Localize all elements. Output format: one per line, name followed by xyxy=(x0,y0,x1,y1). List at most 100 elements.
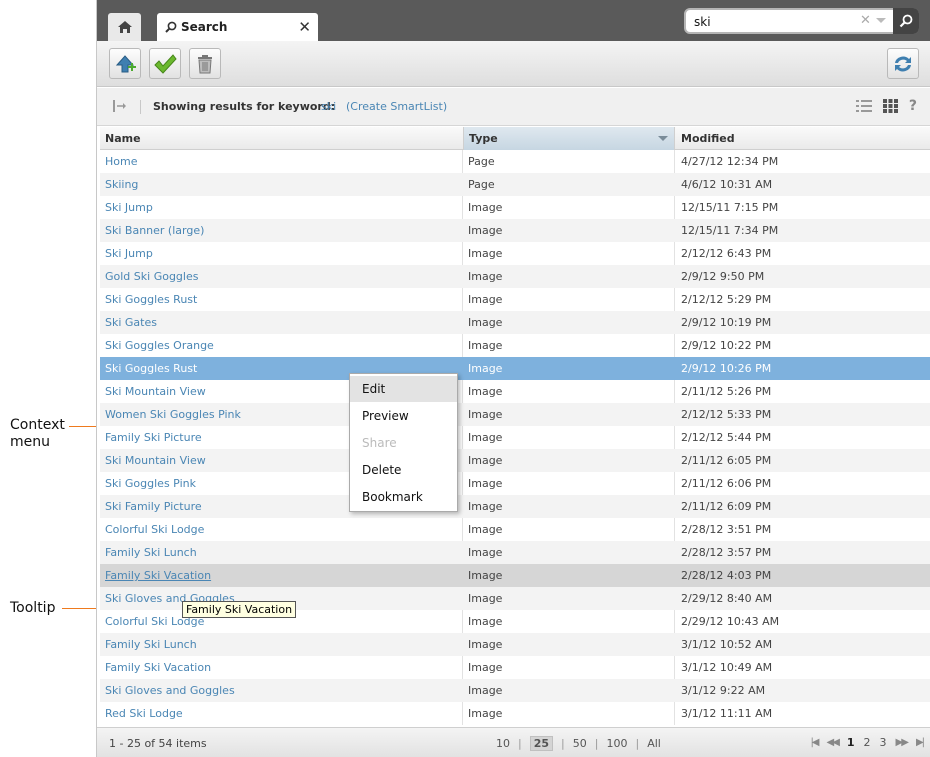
table-row[interactable]: Ski Jump Image 2/12/12 6:43 PM xyxy=(100,242,930,265)
cell-name[interactable]: Ski Goggles Rust xyxy=(105,288,197,311)
delete-button[interactable] xyxy=(189,48,221,79)
checkmark-icon xyxy=(154,53,177,74)
page-size-option[interactable]: 25 xyxy=(529,736,554,751)
cell-type: Image xyxy=(468,707,503,720)
thumbnail-view-icon[interactable] xyxy=(882,99,898,113)
table-row[interactable]: Ski Goggles Orange Image 2/9/12 10:22 PM xyxy=(100,334,930,357)
table-row[interactable]: Ski Mountain View Image 2/11/12 6:05 PM xyxy=(100,449,930,472)
menu-item-delete[interactable]: Delete xyxy=(350,457,457,483)
cell-name[interactable]: Ski Goggles Orange xyxy=(105,334,214,357)
cell-name[interactable]: Ski Family Picture xyxy=(105,495,202,518)
cell-name[interactable]: Ski Mountain View xyxy=(105,380,206,403)
cell-name[interactable]: Ski Gates xyxy=(105,311,157,334)
cell-name[interactable]: Ski Mountain View xyxy=(105,449,206,472)
table-row[interactable]: Ski Mountain View Image 2/11/12 5:26 PM xyxy=(100,380,930,403)
cell-name[interactable]: Ski Gloves and Goggles xyxy=(105,679,235,702)
help-icon[interactable]: ? xyxy=(909,98,917,114)
table-row[interactable]: Ski Gloves and Goggles Image 3/1/12 9:22 A… xyxy=(100,679,930,702)
table-row[interactable]: Family Ski Picture Image 2/12/12 5:44 PM xyxy=(100,426,930,449)
cell-name[interactable]: Ski Banner (large) xyxy=(105,219,204,242)
cell-type: Image xyxy=(468,247,503,260)
results-label: Showing results for keyword: xyxy=(153,100,336,113)
context-menu: Edit Preview Share Delete Bookmark xyxy=(349,373,458,512)
separator: | xyxy=(518,737,522,750)
callout-tooltip: Tooltip xyxy=(10,600,55,617)
cell-modified: 2/29/12 8:40 AM xyxy=(681,592,773,605)
table-row[interactable]: Family Ski Vacation Image 2/28/12 4:03 PM xyxy=(100,564,930,587)
page-number[interactable]: 1 xyxy=(847,736,855,749)
cell-name[interactable]: Family Ski Lunch xyxy=(105,541,197,564)
cell-name[interactable]: Family Ski Vacation xyxy=(105,564,211,587)
cell-name[interactable]: Family Ski Lunch xyxy=(105,633,197,656)
table-row[interactable]: Red Ski Lodge Image 3/1/12 11:11 AM xyxy=(100,702,930,725)
cell-type: Image xyxy=(468,431,503,444)
menu-item-bookmark[interactable]: Bookmark xyxy=(350,484,457,510)
table-row[interactable]: Women Ski Goggles Pink Image 2/12/12 5:33 … xyxy=(100,403,930,426)
table-row[interactable]: Ski Jump Image 12/15/11 7:15 PM xyxy=(100,196,930,219)
column-header-type[interactable]: Type xyxy=(463,127,675,150)
approve-button[interactable] xyxy=(149,48,181,79)
home-icon xyxy=(117,21,132,33)
cell-type: Image xyxy=(468,661,503,674)
cell-modified: 2/12/12 6:43 PM xyxy=(681,247,772,260)
table-row[interactable]: Ski Gates Image 2/9/12 10:19 PM xyxy=(100,311,930,334)
cell-name[interactable]: Ski Jump xyxy=(105,242,153,265)
cell-name[interactable]: Ski Goggles Rust xyxy=(105,357,197,380)
tab-home[interactable] xyxy=(108,13,141,41)
add-to-folder-button[interactable] xyxy=(109,48,141,79)
table-row[interactable]: Skiing Page 4/6/12 10:31 AM xyxy=(100,173,930,196)
menu-item-edit[interactable]: Edit xyxy=(350,376,457,402)
table-row[interactable]: Ski Banner (large) Image 12/15/11 7:34 PM xyxy=(100,219,930,242)
collapse-panel-icon[interactable] xyxy=(112,100,128,112)
search-options-dropdown-icon[interactable] xyxy=(876,18,886,23)
page-size-option[interactable]: 50 xyxy=(573,737,587,751)
page-size-option[interactable]: 100 xyxy=(606,737,627,751)
create-smartlist-link[interactable]: (Create SmartList) xyxy=(346,100,447,113)
clear-search-icon[interactable]: ✕ xyxy=(860,13,871,28)
cell-name[interactable]: Red Ski Lodge xyxy=(105,702,183,725)
next-page-icon[interactable]: ▶▶ xyxy=(896,737,909,748)
first-page-icon[interactable]: |◀ xyxy=(810,737,819,748)
tab-search[interactable]: Search ✕ xyxy=(157,13,318,41)
menu-item-preview[interactable]: Preview xyxy=(350,403,457,429)
cell-name[interactable]: Women Ski Goggles Pink xyxy=(105,403,241,426)
cell-name[interactable]: Home xyxy=(105,150,137,173)
table-row[interactable]: Colorful Ski Lodge Image 2/28/12 3:51 PM xyxy=(100,518,930,541)
search-submit-button[interactable] xyxy=(893,8,919,34)
refresh-button[interactable] xyxy=(887,48,919,79)
table-row[interactable]: Ski Goggles Rust Image 2/9/12 10:26 PM xyxy=(100,357,930,380)
last-page-icon[interactable]: ▶| xyxy=(916,737,925,748)
page-number[interactable]: 2 xyxy=(864,736,871,749)
menu-item-share: Share xyxy=(362,436,397,450)
column-header-modified[interactable]: Modified xyxy=(676,127,930,150)
table-row[interactable]: Family Ski Lunch Image 2/28/12 3:57 PM xyxy=(100,541,930,564)
close-tab-icon[interactable]: ✕ xyxy=(298,18,311,36)
cell-name[interactable]: Skiing xyxy=(105,173,138,196)
search-input[interactable] xyxy=(694,13,844,30)
page-number[interactable]: 3 xyxy=(880,736,887,749)
table-row[interactable]: Family Ski Lunch Image 3/1/12 10:52 AM xyxy=(100,633,930,656)
table-row[interactable]: Ski Family Picture Image 2/11/12 6:09 PM xyxy=(100,495,930,518)
table-row[interactable]: Ski Goggles Pink Image 2/11/12 6:06 PM xyxy=(100,472,930,495)
cell-modified: 2/9/12 10:22 PM xyxy=(681,339,772,352)
trash-icon xyxy=(198,54,212,73)
page-size-option[interactable]: All xyxy=(647,737,661,751)
toolbar xyxy=(97,41,930,87)
column-header-type-label: Type xyxy=(469,132,498,145)
callout-tooltip-label: Tooltip xyxy=(10,600,56,616)
cell-name[interactable]: Gold Ski Goggles xyxy=(105,265,198,288)
cell-name[interactable]: Ski Goggles Pink xyxy=(105,472,196,495)
table-row[interactable]: Family Ski Vacation Image 3/1/12 10:49 AM xyxy=(100,656,930,679)
cell-name[interactable]: Family Ski Picture xyxy=(105,426,202,449)
list-view-icon[interactable] xyxy=(855,100,872,112)
table-row[interactable]: Ski Goggles Rust Image 2/12/12 5:29 PM xyxy=(100,288,930,311)
cell-name[interactable]: Ski Jump xyxy=(105,196,153,219)
column-header-name[interactable]: Name xyxy=(100,127,463,150)
table-row[interactable]: Home Page 4/27/12 12:34 PM xyxy=(100,150,930,173)
page-size-option[interactable]: 10 xyxy=(496,737,510,751)
search-box: ✕ xyxy=(684,8,919,34)
previous-page-icon[interactable]: ◀◀ xyxy=(827,737,840,748)
cell-name[interactable]: Family Ski Vacation xyxy=(105,656,211,679)
table-row[interactable]: Gold Ski Goggles Image 2/9/12 9:50 PM xyxy=(100,265,930,288)
cell-name[interactable]: Colorful Ski Lodge xyxy=(105,518,204,541)
